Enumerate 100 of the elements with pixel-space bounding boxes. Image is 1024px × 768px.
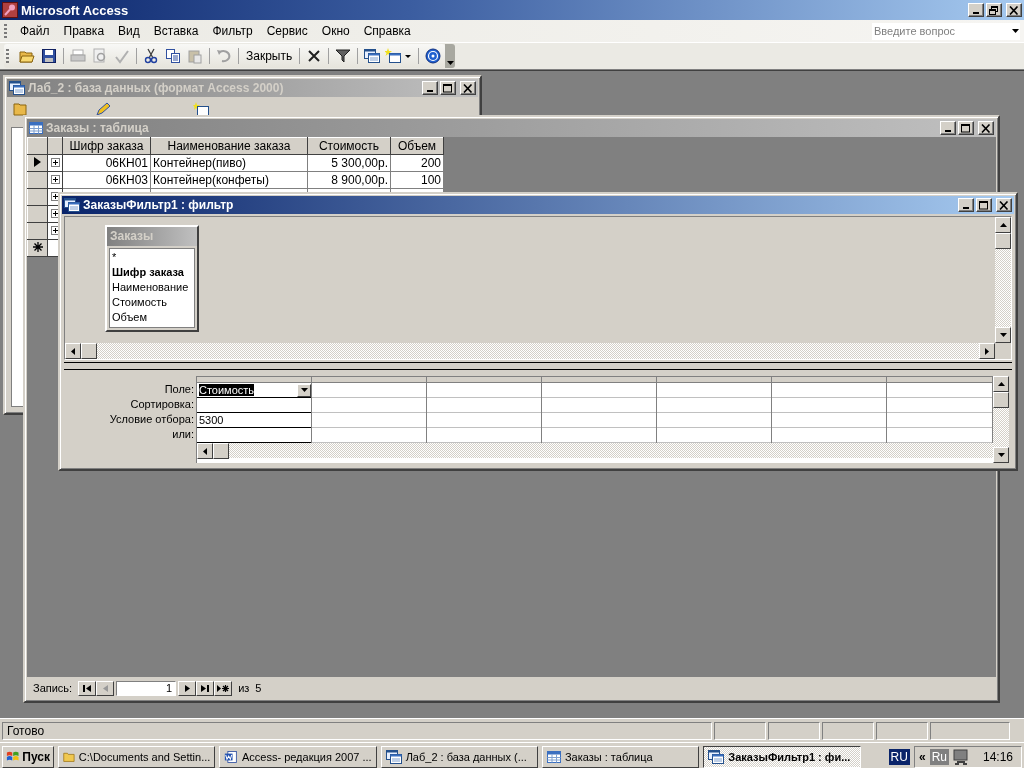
help-question-field[interactable]: Введите вопрос [872, 22, 1020, 40]
maximize-button[interactable] [976, 198, 992, 212]
column-selector[interactable] [772, 377, 886, 383]
field-item[interactable]: * [110, 251, 194, 266]
field-item[interactable]: Шифр заказа [110, 266, 194, 281]
open-folder-icon[interactable] [19, 48, 35, 64]
new-object-icon[interactable] [385, 48, 414, 64]
network-monitor-icon[interactable] [952, 748, 969, 765]
record-label: Запись: [33, 682, 73, 694]
field-item[interactable]: Объем [110, 311, 194, 326]
menu-item[interactable]: Вставка [146, 22, 206, 40]
table-icon [546, 750, 561, 763]
down-arrow-icon [1011, 29, 1019, 33]
help-question-input[interactable]: Введите вопрос [872, 25, 1010, 37]
menu-item[interactable]: Окно [314, 22, 357, 40]
taskbar-button[interactable]: Заказы : таблица [541, 745, 700, 768]
cut-icon[interactable] [143, 48, 159, 64]
first-record-button[interactable] [78, 680, 97, 696]
copy-icon[interactable] [165, 48, 181, 64]
scroll-thumb[interactable] [993, 392, 1009, 408]
database-window-icon [385, 749, 402, 764]
maximize-icon [443, 83, 453, 93]
first-record-icon [83, 684, 92, 692]
column-selector[interactable] [542, 377, 656, 383]
row-label: Условие отбора: [109, 412, 194, 427]
scroll-thumb[interactable] [995, 233, 1011, 249]
tray-expand-button[interactable]: « [918, 749, 926, 764]
menu-item[interactable]: Сервис [259, 22, 315, 40]
language-indicator[interactable]: RU [888, 748, 910, 765]
toolbar-options-button[interactable] [445, 44, 456, 68]
delete-icon[interactable] [306, 48, 323, 64]
column-header[interactable]: Наименование заказа [150, 137, 308, 155]
input-language-icon[interactable]: Ru [929, 748, 949, 765]
menu-item[interactable]: Файл [13, 22, 57, 40]
menu-item[interactable]: Правка [56, 22, 112, 40]
grip-handle[interactable] [6, 49, 9, 63]
save-icon[interactable] [41, 48, 57, 64]
previous-record-button[interactable] [96, 680, 115, 696]
taskbar-button[interactable]: Access- редакция 2007 ... [219, 745, 377, 768]
select-all-corner[interactable] [27, 137, 48, 155]
grip-handle[interactable] [4, 24, 7, 38]
vertical-scrollbar[interactable] [993, 376, 1009, 463]
grid-cell[interactable]: 5300 [197, 413, 311, 428]
record-number-field[interactable]: 1 [116, 680, 177, 696]
close-button[interactable] [1006, 3, 1022, 17]
field-list[interactable]: Заказы * Шифр заказа Наименование Стоимость Объем [105, 225, 199, 332]
last-record-button[interactable] [196, 680, 215, 696]
column-header[interactable]: Стоимость [307, 137, 391, 155]
close-icon [981, 123, 991, 133]
new-record-button[interactable] [214, 680, 233, 696]
column-header[interactable]: Шифр заказа [62, 137, 151, 155]
close-icon [1009, 5, 1019, 15]
next-record-button[interactable] [178, 680, 197, 696]
field-item[interactable]: Стоимость [110, 296, 194, 311]
spelling-check-icon[interactable] [114, 48, 130, 64]
expand-icon[interactable] [50, 158, 60, 167]
field-item[interactable]: Наименование [110, 281, 194, 296]
taskbar-button[interactable]: ЗаказыФильтр1 : фи... [703, 745, 861, 768]
horizontal-scrollbar[interactable] [65, 343, 995, 359]
dropdown-button[interactable] [297, 383, 311, 397]
horizontal-scrollbar[interactable] [197, 443, 993, 458]
menu-item[interactable]: Фильтр [205, 22, 260, 40]
scroll-thumb[interactable] [81, 343, 97, 359]
scroll-thumb[interactable] [213, 443, 229, 459]
start-button[interactable]: Пуск [2, 745, 54, 768]
record-count: 5 [255, 682, 262, 694]
column-selector[interactable] [657, 377, 771, 383]
minimize-button[interactable] [968, 3, 984, 17]
vertical-scrollbar[interactable] [995, 217, 1011, 343]
new-object-icon[interactable] [193, 102, 209, 116]
new-record-icon[interactable] [32, 242, 43, 252]
maximize-button[interactable] [440, 81, 456, 95]
column-header[interactable]: Объем [390, 137, 444, 155]
minimize-button[interactable] [422, 81, 438, 95]
help-icon[interactable] [425, 48, 442, 64]
menu-item[interactable]: Справка [356, 22, 418, 40]
menu-item[interactable]: Вид [111, 22, 147, 40]
row-label: Поле: [164, 382, 194, 397]
status-text: Готово [2, 721, 712, 740]
minimize-button[interactable] [958, 198, 974, 212]
grid-cell[interactable]: Стоимость [197, 383, 311, 398]
status-panel [822, 721, 874, 740]
filter-icon[interactable] [335, 48, 352, 64]
down-arrow-icon [997, 453, 1005, 457]
close-button[interactable] [978, 121, 994, 135]
close-button[interactable] [460, 81, 476, 95]
taskbar-button[interactable]: Лаб_2 : база данных (... [380, 745, 538, 768]
expand-icon[interactable] [50, 175, 60, 184]
pane-splitter[interactable] [64, 362, 1012, 370]
close-button[interactable]: Закрыть [243, 47, 296, 65]
window-title-bar[interactable]: ЗаказыФильтр1 : фильтр [62, 196, 1014, 214]
restore-button[interactable] [986, 3, 1002, 17]
close-button[interactable] [996, 198, 1012, 212]
taskbar-button[interactable]: C:\Documents and Settin... [58, 745, 216, 768]
last-record-icon [201, 684, 210, 692]
status-panel [714, 721, 766, 740]
up-arrow-icon [999, 223, 1007, 227]
maximize-button[interactable] [958, 121, 974, 135]
column-selector[interactable] [427, 377, 541, 383]
minimize-button[interactable] [940, 121, 956, 135]
